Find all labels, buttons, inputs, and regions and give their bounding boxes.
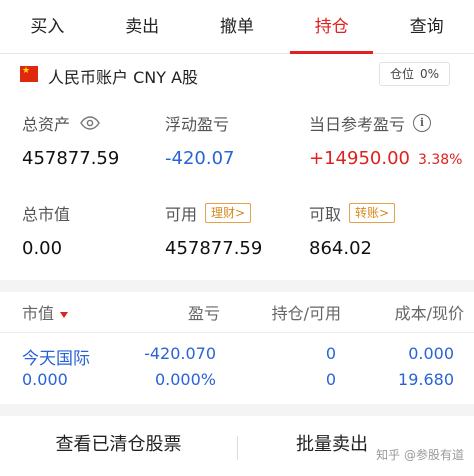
floating-pnl-cell: 浮动盈亏 -420.07 (165, 112, 234, 169)
today-pnl-percent: 3.38% (417, 152, 463, 168)
col-header-pnl[interactable]: 盈亏 (188, 300, 220, 324)
tab-sell[interactable]: 卖出 (95, 0, 190, 53)
position-ratio-badge: 仓位 0% (378, 62, 450, 86)
floating-pnl-value: -420.07 (165, 148, 235, 169)
today-pnl-value: +14950.00 (309, 148, 410, 169)
available-cell: 可用 理财> 457877.59 (165, 202, 262, 259)
floating-pnl-label: 浮动盈亏 (165, 115, 230, 134)
account-row: ★ 人民币账户 CNY A股 仓位 0% (0, 56, 474, 94)
position-value: 0% (419, 67, 439, 81)
total-assets-value: 457877.59 (22, 148, 120, 169)
withdrawable-cell: 可取 转账> 864.02 (309, 202, 396, 259)
market-value-label: 总市值 (22, 205, 71, 224)
stock-name[interactable]: 今天国际 (22, 344, 90, 369)
position-label: 仓位 (389, 67, 414, 81)
tab-positions[interactable]: 持仓 (284, 0, 379, 54)
total-assets-cell: 总资产 457877.59 (22, 112, 119, 169)
header-divider (0, 332, 474, 333)
tab-buy[interactable]: 买入 (0, 0, 95, 53)
withdrawable-label: 可取 (309, 205, 342, 224)
col-header-market-value-label: 市值 (22, 304, 55, 323)
total-assets-label: 总资产 (22, 115, 71, 134)
section-divider (0, 280, 474, 292)
available-value: 457877.59 (165, 238, 263, 259)
today-pnl-label: 当日参考盈亏 (309, 115, 406, 134)
watermark: 知乎 @参股有道 (376, 448, 464, 462)
market-value-cell: 总市值 0.00 (22, 202, 70, 259)
col-header-market-value[interactable]: 市值 (22, 300, 69, 324)
section-divider-bottom (0, 404, 474, 416)
tab-cancel-order[interactable]: 撤单 (190, 0, 285, 53)
info-icon[interactable]: i (413, 114, 432, 132)
transfer-link[interactable]: 转账> (349, 203, 396, 223)
view-cleared-stocks-button[interactable]: 查看已清仓股票 (0, 416, 237, 476)
stock-position: 0 (325, 344, 336, 363)
stock-market-value: 0.000 (22, 370, 68, 389)
account-label: 人民币账户 CNY A股 (48, 68, 199, 87)
withdrawable-value: 864.02 (309, 238, 372, 259)
trade-tab-bar: 买入 卖出 撤单 持仓 查询 (0, 0, 474, 54)
stock-pnl-percent: 0.000% (154, 370, 216, 389)
wealth-management-link[interactable]: 理财> (205, 203, 252, 223)
eye-icon[interactable] (80, 116, 100, 130)
stock-available: 0 (325, 370, 336, 389)
china-flag-icon: ★ (20, 66, 38, 82)
market-value-value: 0.00 (22, 238, 63, 259)
stock-price: 19.680 (398, 370, 454, 389)
available-label: 可用 (165, 205, 198, 224)
col-header-cost-price[interactable]: 成本/现价 (395, 300, 464, 324)
stock-pnl: -420.070 (144, 344, 216, 363)
sort-desc-icon (60, 311, 69, 318)
stock-cost: 0.000 (408, 344, 454, 363)
tab-query[interactable]: 查询 (379, 0, 474, 53)
col-header-position[interactable]: 持仓/可用 (272, 300, 341, 324)
today-pnl-cell: 当日参考盈亏 i +14950.00 3.38% (309, 112, 462, 169)
